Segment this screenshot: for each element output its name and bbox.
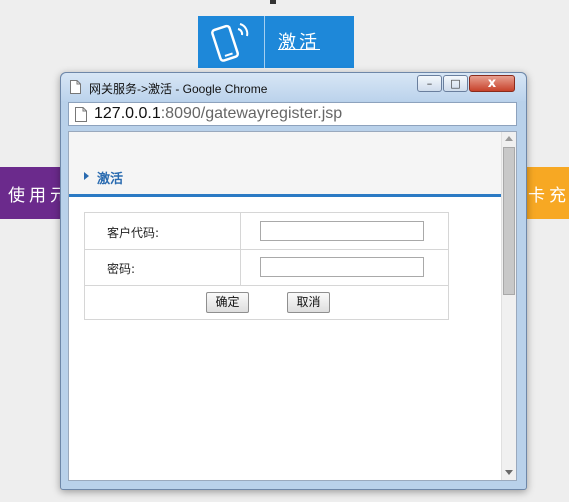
cell-divider <box>240 213 241 249</box>
customer-code-input[interactable] <box>260 221 424 241</box>
section-title: 激活 <box>97 172 124 187</box>
scroll-up-arrow-icon[interactable] <box>505 136 513 141</box>
form-row-password: 密码: <box>85 249 448 286</box>
address-bar[interactable]: 127.0.0.1:8090/gatewayregister.jsp <box>68 102 517 126</box>
window-title: 网关服务->激活 - Google Chrome <box>89 82 268 96</box>
section-arrow-icon <box>84 172 89 180</box>
vertical-scrollbar[interactable] <box>501 132 516 480</box>
document-icon <box>70 80 81 94</box>
right-tile[interactable]: 卡充 <box>524 167 569 219</box>
close-button[interactable]: x <box>469 75 515 92</box>
confirm-button[interactable]: 确定 <box>206 292 249 313</box>
customer-code-label: 客户代码: <box>107 226 160 240</box>
cancel-button[interactable]: 取消 <box>287 292 330 313</box>
left-tile[interactable]: 使用元 <box>0 167 66 219</box>
password-label: 密码: <box>107 262 136 276</box>
cell-divider <box>240 249 241 285</box>
top-marker <box>270 0 276 4</box>
right-tile-label: 卡充 <box>528 186 569 206</box>
chrome-popup-window: 网关服务->激活 - Google Chrome – □ x 127.0.0.1… <box>60 72 527 490</box>
minimize-button[interactable]: – <box>417 75 442 92</box>
activate-tile[interactable]: 激活 <box>198 16 354 68</box>
phone-signal-icon <box>211 23 249 62</box>
left-tile-label: 使用元 <box>8 186 66 206</box>
window-titlebar[interactable]: 网关服务->激活 - Google Chrome – □ x <box>61 73 526 101</box>
section-divider <box>69 194 501 197</box>
activation-form: 客户代码: 密码: 确定 取消 <box>84 212 449 320</box>
activate-tile-label[interactable]: 激活 <box>278 28 320 54</box>
form-row-actions: 确定 取消 <box>85 285 448 319</box>
url-text[interactable]: 127.0.0.1:8090/gatewayregister.jsp <box>94 105 342 123</box>
form-row-customer-code: 客户代码: <box>85 213 448 250</box>
url-path: :8090/gatewayregister.jsp <box>160 105 343 122</box>
url-host: 127.0.0.1 <box>94 105 161 122</box>
tile-divider <box>264 16 265 68</box>
page-icon <box>75 107 87 122</box>
page-header-area <box>69 132 501 194</box>
maximize-button[interactable]: □ <box>443 75 468 92</box>
password-input[interactable] <box>260 257 424 277</box>
scrollbar-thumb[interactable] <box>503 147 515 295</box>
page-content: 激活 客户代码: 密码: 确定 取消 <box>68 131 517 481</box>
scroll-down-arrow-icon[interactable] <box>505 470 513 475</box>
